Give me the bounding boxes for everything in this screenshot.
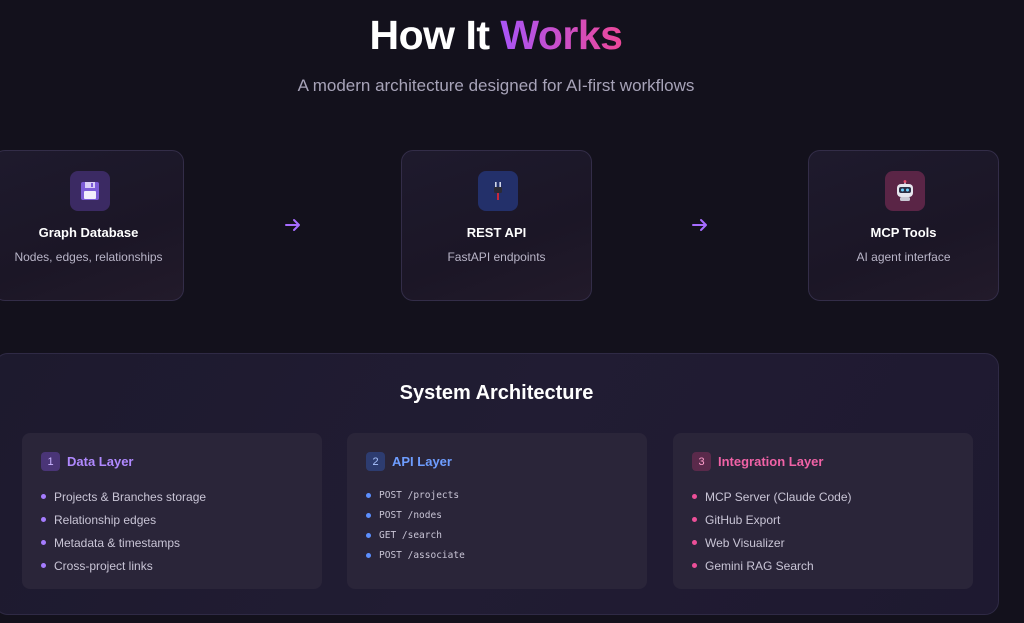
list-item: POST /nodes — [366, 505, 465, 525]
list-item: GET /search — [366, 525, 465, 545]
layer-number-badge: 3 — [692, 452, 711, 471]
layer-header: 3 Integration Layer — [692, 452, 823, 471]
flow-card-description: AI agent interface — [856, 250, 951, 264]
bullet-dot — [41, 494, 46, 499]
list-item-text: Projects & Branches storage — [54, 489, 207, 504]
bullet-dot — [41, 563, 46, 568]
layer-title: Integration Layer — [718, 454, 824, 469]
layer-item-list: MCP Server (Claude Code) GitHub Export W… — [692, 485, 852, 577]
list-item-text: Relationship edges — [54, 512, 157, 527]
architecture-title: System Architecture — [399, 382, 594, 404]
flow-card-graph-database: Graph Database Nodes, edges, relationshi… — [0, 150, 184, 301]
layer-card-integration: 3 Integration Layer MCP Server (Claude C… — [673, 433, 973, 589]
list-item: Cross-project links — [41, 554, 206, 577]
list-item: Relationship edges — [41, 508, 206, 531]
list-item: Projects & Branches storage — [41, 485, 206, 508]
list-item-text: Web Visualizer — [705, 535, 785, 550]
bullet-dot — [692, 494, 697, 499]
list-item-text: Cross-project links — [54, 558, 153, 573]
layer-number-badge: 1 — [41, 452, 60, 471]
page-subtitle: A modern architecture designed for AI-fi… — [297, 76, 695, 95]
flow-card-description: FastAPI endpoints — [447, 250, 546, 264]
endpoint-text: POST /nodes — [379, 509, 442, 521]
layer-title: API Layer — [392, 454, 452, 469]
bullet-dot — [41, 517, 46, 522]
list-item-text: Metadata & timestamps — [54, 535, 181, 550]
list-item-text: Gemini RAG Search — [705, 558, 814, 573]
robot-icon — [885, 171, 925, 211]
list-item: Gemini RAG Search — [692, 554, 852, 577]
bullet-dot — [692, 517, 697, 522]
title-main: How It — [369, 12, 490, 58]
list-item-text: MCP Server (Claude Code) — [705, 489, 852, 504]
endpoint-text: POST /associate — [379, 549, 465, 561]
how-it-works-section: How It Works A modern architecture desig… — [0, 0, 1024, 623]
flow-card-mcp-tools: MCP Tools AI agent interface — [808, 150, 999, 301]
title-accent: Works — [500, 12, 623, 58]
list-item: MCP Server (Claude Code) — [692, 485, 852, 508]
layer-card-api: 2 API Layer POST /projects POST /nodes G… — [347, 433, 647, 589]
bullet-dot — [366, 532, 371, 538]
list-item: POST /associate — [366, 545, 465, 565]
page-title: How It Works — [0, 12, 992, 59]
bullet-dot — [692, 563, 697, 568]
list-item-text: GitHub Export — [705, 512, 781, 527]
bullet-dot — [692, 540, 697, 545]
flow-card-rest-api: REST API FastAPI endpoints — [401, 150, 592, 301]
flow-card-title: MCP Tools — [870, 225, 937, 240]
bullet-dot — [366, 552, 371, 558]
system-architecture-panel: System Architecture 1 Data Layer Project… — [0, 353, 999, 615]
layer-number-badge: 2 — [366, 452, 385, 471]
endpoint-text: GET /search — [379, 529, 442, 541]
layer-card-data: 1 Data Layer Projects & Branches storage… — [22, 433, 322, 589]
list-item: POST /projects — [366, 485, 465, 505]
arrow-right-icon — [285, 219, 300, 231]
arrow-right-icon — [692, 219, 707, 231]
layer-header: 2 API Layer — [366, 452, 452, 471]
floppy-disk-icon — [70, 171, 110, 211]
flow-card-title: REST API — [466, 225, 527, 240]
layer-header: 1 Data Layer — [41, 452, 133, 471]
list-item: Metadata & timestamps — [41, 531, 206, 554]
plug-icon — [478, 171, 518, 211]
layer-item-list: POST /projects POST /nodes GET /search P… — [366, 485, 465, 565]
bullet-dot — [41, 540, 46, 545]
bullet-dot — [366, 512, 371, 518]
layer-item-list: Projects & Branches storage Relationship… — [41, 485, 206, 577]
flow-card-title: Graph Database — [38, 225, 139, 240]
endpoint-text: POST /projects — [379, 489, 460, 501]
list-item: GitHub Export — [692, 508, 852, 531]
layer-title: Data Layer — [67, 454, 134, 469]
bullet-dot — [366, 492, 371, 498]
list-item: Web Visualizer — [692, 531, 852, 554]
flow-card-description: Nodes, edges, relationships — [14, 250, 163, 264]
